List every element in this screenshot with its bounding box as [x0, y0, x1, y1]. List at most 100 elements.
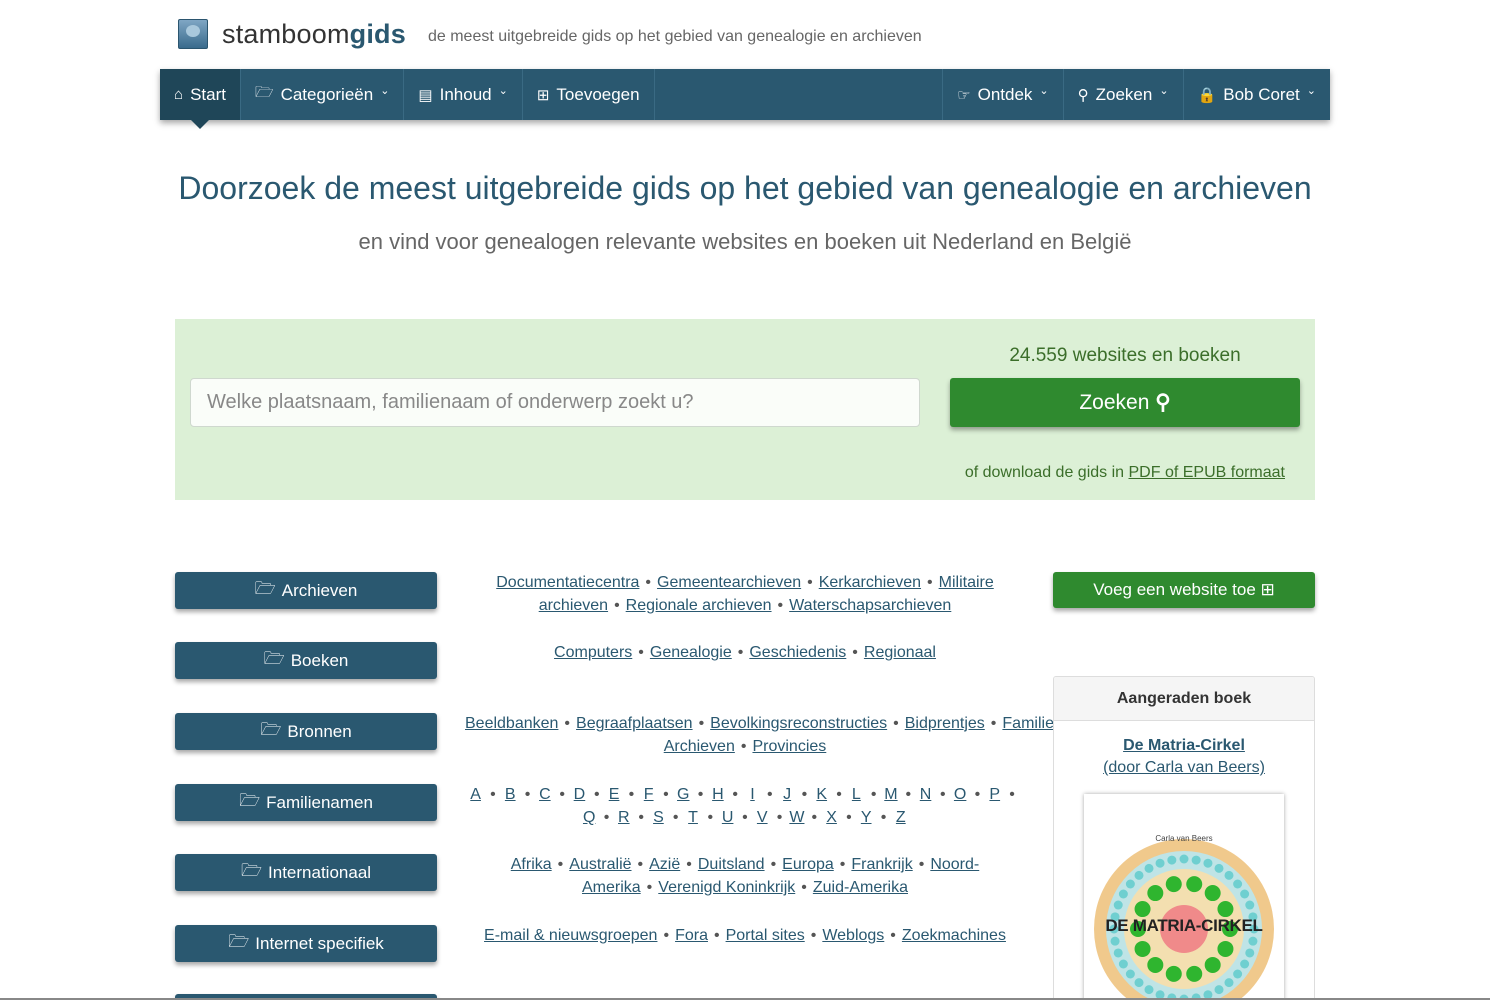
nav-item-inhoud[interactable]: ▤ Inhoud ⌄ [404, 69, 523, 120]
book-cover-art [1094, 839, 1274, 1000]
nav-item-label: Ontdek [977, 84, 1033, 104]
category-link[interactable]: Computers [554, 644, 632, 661]
nav-item-toevoegen[interactable]: ⊞ Toevoegen [523, 69, 655, 120]
category-link[interactable]: V [755, 806, 770, 829]
category-button-internet-specifiek[interactable]: 🗁 Internet specifiek [175, 925, 437, 962]
category-link[interactable]: C [537, 783, 552, 806]
category-link[interactable]: Duitsland [698, 856, 765, 873]
link-separator: • [559, 786, 565, 803]
category-link[interactable]: Q [582, 806, 597, 829]
category-link[interactable]: Y [859, 806, 874, 829]
category-link[interactable]: Regionaal [864, 644, 936, 661]
add-website-button[interactable]: Voeg een website toe ⊞ [1053, 572, 1315, 608]
category-link[interactable]: H [710, 783, 725, 806]
category-link[interactable]: Weblogs [822, 927, 884, 944]
category-link[interactable]: Gemeentearchieven [657, 574, 801, 591]
link-separator: • [974, 786, 981, 803]
category-link[interactable]: T [686, 806, 701, 829]
category-button-archieven[interactable]: 🗁 Archieven [175, 572, 437, 609]
category-link[interactable]: O [953, 783, 968, 806]
book-author-link[interactable]: (door Carla van Beers) [1103, 759, 1265, 776]
link-separator: • [698, 715, 705, 732]
chevron-down-icon: ⌄ [1306, 85, 1316, 97]
category-link[interactable]: F [641, 783, 656, 806]
category-link[interactable]: Frankrijk [851, 856, 912, 873]
category-link[interactable]: R [616, 806, 631, 829]
category-link[interactable]: Verenigd Koninkrijk [658, 879, 795, 896]
category-link[interactable]: Bevolkingsreconstructies [710, 715, 887, 732]
cover-author-text: Carla van Beers [1155, 834, 1213, 843]
category-link[interactable]: Kerkarchieven [819, 574, 921, 591]
link-separator: • [614, 597, 620, 614]
category-link[interactable]: Bidprentjes [905, 715, 985, 732]
book-title-link[interactable]: De Matria-Cirkel [1123, 737, 1245, 754]
nav-item-categorie-n[interactable]: 🗁 Categorieën ⌄ [241, 69, 405, 120]
site-logo[interactable]: stamboomgids [222, 19, 406, 50]
category-link[interactable]: Australië [569, 856, 631, 873]
link-separator: • [707, 809, 714, 826]
book-author: (door Carla van Beers) [1054, 759, 1314, 777]
nav-item-ontdek[interactable]: ☞ Ontdek ⌄ [942, 69, 1062, 120]
home-icon: ⌂ [174, 86, 184, 103]
category-link[interactable]: Zuid-Amerika [813, 879, 908, 896]
chevron-down-icon: ⌄ [498, 85, 508, 97]
category-link[interactable]: U [720, 806, 735, 829]
category-link[interactable]: Beeldbanken [465, 715, 558, 732]
category-link[interactable]: L [849, 783, 864, 806]
category-link[interactable]: E [607, 783, 622, 806]
category-link[interactable]: Documentatiecentra [496, 574, 639, 591]
category-link[interactable]: X [824, 806, 839, 829]
category-link[interactable]: Provincies [752, 738, 826, 755]
category-link[interactable]: B [503, 783, 518, 806]
category-link[interactable]: Azië [649, 856, 680, 873]
category-link[interactable]: I [745, 783, 760, 806]
search-input[interactable] [190, 378, 920, 427]
category-link[interactable]: Genealogie [650, 644, 732, 661]
category-link[interactable]: W [789, 806, 804, 829]
nav-item-bob-coret[interactable]: 🔒 Bob Coret ⌄ [1182, 69, 1330, 120]
category-link[interactable]: Zoekmachines [902, 927, 1006, 944]
nav-item-label: Inhoud [439, 84, 492, 104]
recommended-book-panel: Aangeraden boek De Matria-Cirkel (door C… [1053, 676, 1315, 1000]
category-link[interactable]: S [651, 806, 666, 829]
link-separator: • [663, 927, 670, 944]
nav-item-zoeken[interactable]: ⚲ Zoeken ⌄ [1062, 69, 1183, 120]
category-link[interactable]: M [883, 783, 898, 806]
search-button[interactable]: Zoeken ⚲ [950, 378, 1300, 427]
category-link[interactable]: J [780, 783, 795, 806]
category-link[interactable]: K [814, 783, 829, 806]
category-link[interactable]: E-mail & nieuwsgroepen [484, 927, 657, 944]
link-separator: • [893, 715, 899, 732]
link-separator: • [846, 809, 852, 826]
category-link[interactable]: Europa [782, 856, 834, 873]
category-button-bronnen[interactable]: 🗁 Bronnen [175, 713, 437, 750]
tree-logo-icon[interactable] [178, 19, 208, 49]
category-links: Documentatiecentra • Gemeentearchieven • Ker… [495, 571, 995, 617]
link-separator: • [801, 786, 808, 803]
book-cover-image[interactable]: Carla van Beers DE MATRIA-CIRKEL [1084, 794, 1284, 1000]
category-button-internationaal[interactable]: 🗁 Internationaal [175, 854, 437, 891]
link-separator: • [839, 856, 846, 873]
category-link[interactable]: Regionale archieven [626, 597, 772, 614]
category-link[interactable]: Z [893, 806, 908, 829]
link-separator: • [836, 786, 842, 803]
link-separator: • [490, 786, 496, 803]
category-button-familienamen[interactable]: 🗁 Familienamen [175, 784, 437, 821]
link-separator: • [524, 786, 531, 803]
category-link[interactable]: Waterschapsarchieven [789, 597, 951, 614]
download-link[interactable]: PDF of EPUB formaat [1129, 464, 1286, 481]
category-link[interactable]: D [572, 783, 587, 806]
category-link[interactable]: N [918, 783, 933, 806]
nav-item-start[interactable]: ⌂ Start [160, 69, 241, 129]
category-link[interactable]: A [468, 783, 483, 806]
category-link[interactable]: P [987, 783, 1002, 806]
category-link[interactable]: Portal sites [726, 927, 805, 944]
link-separator: • [776, 809, 783, 826]
category-button-boeken[interactable]: 🗁 Boeken [175, 642, 437, 679]
category-link[interactable]: Afrika [511, 856, 552, 873]
category-link[interactable]: Fora [675, 927, 708, 944]
category-link[interactable]: G [676, 783, 691, 806]
nav-item-label: Categorieën [280, 84, 374, 104]
category-link[interactable]: Begraafplaatsen [576, 715, 693, 732]
category-link[interactable]: Geschiedenis [749, 644, 846, 661]
